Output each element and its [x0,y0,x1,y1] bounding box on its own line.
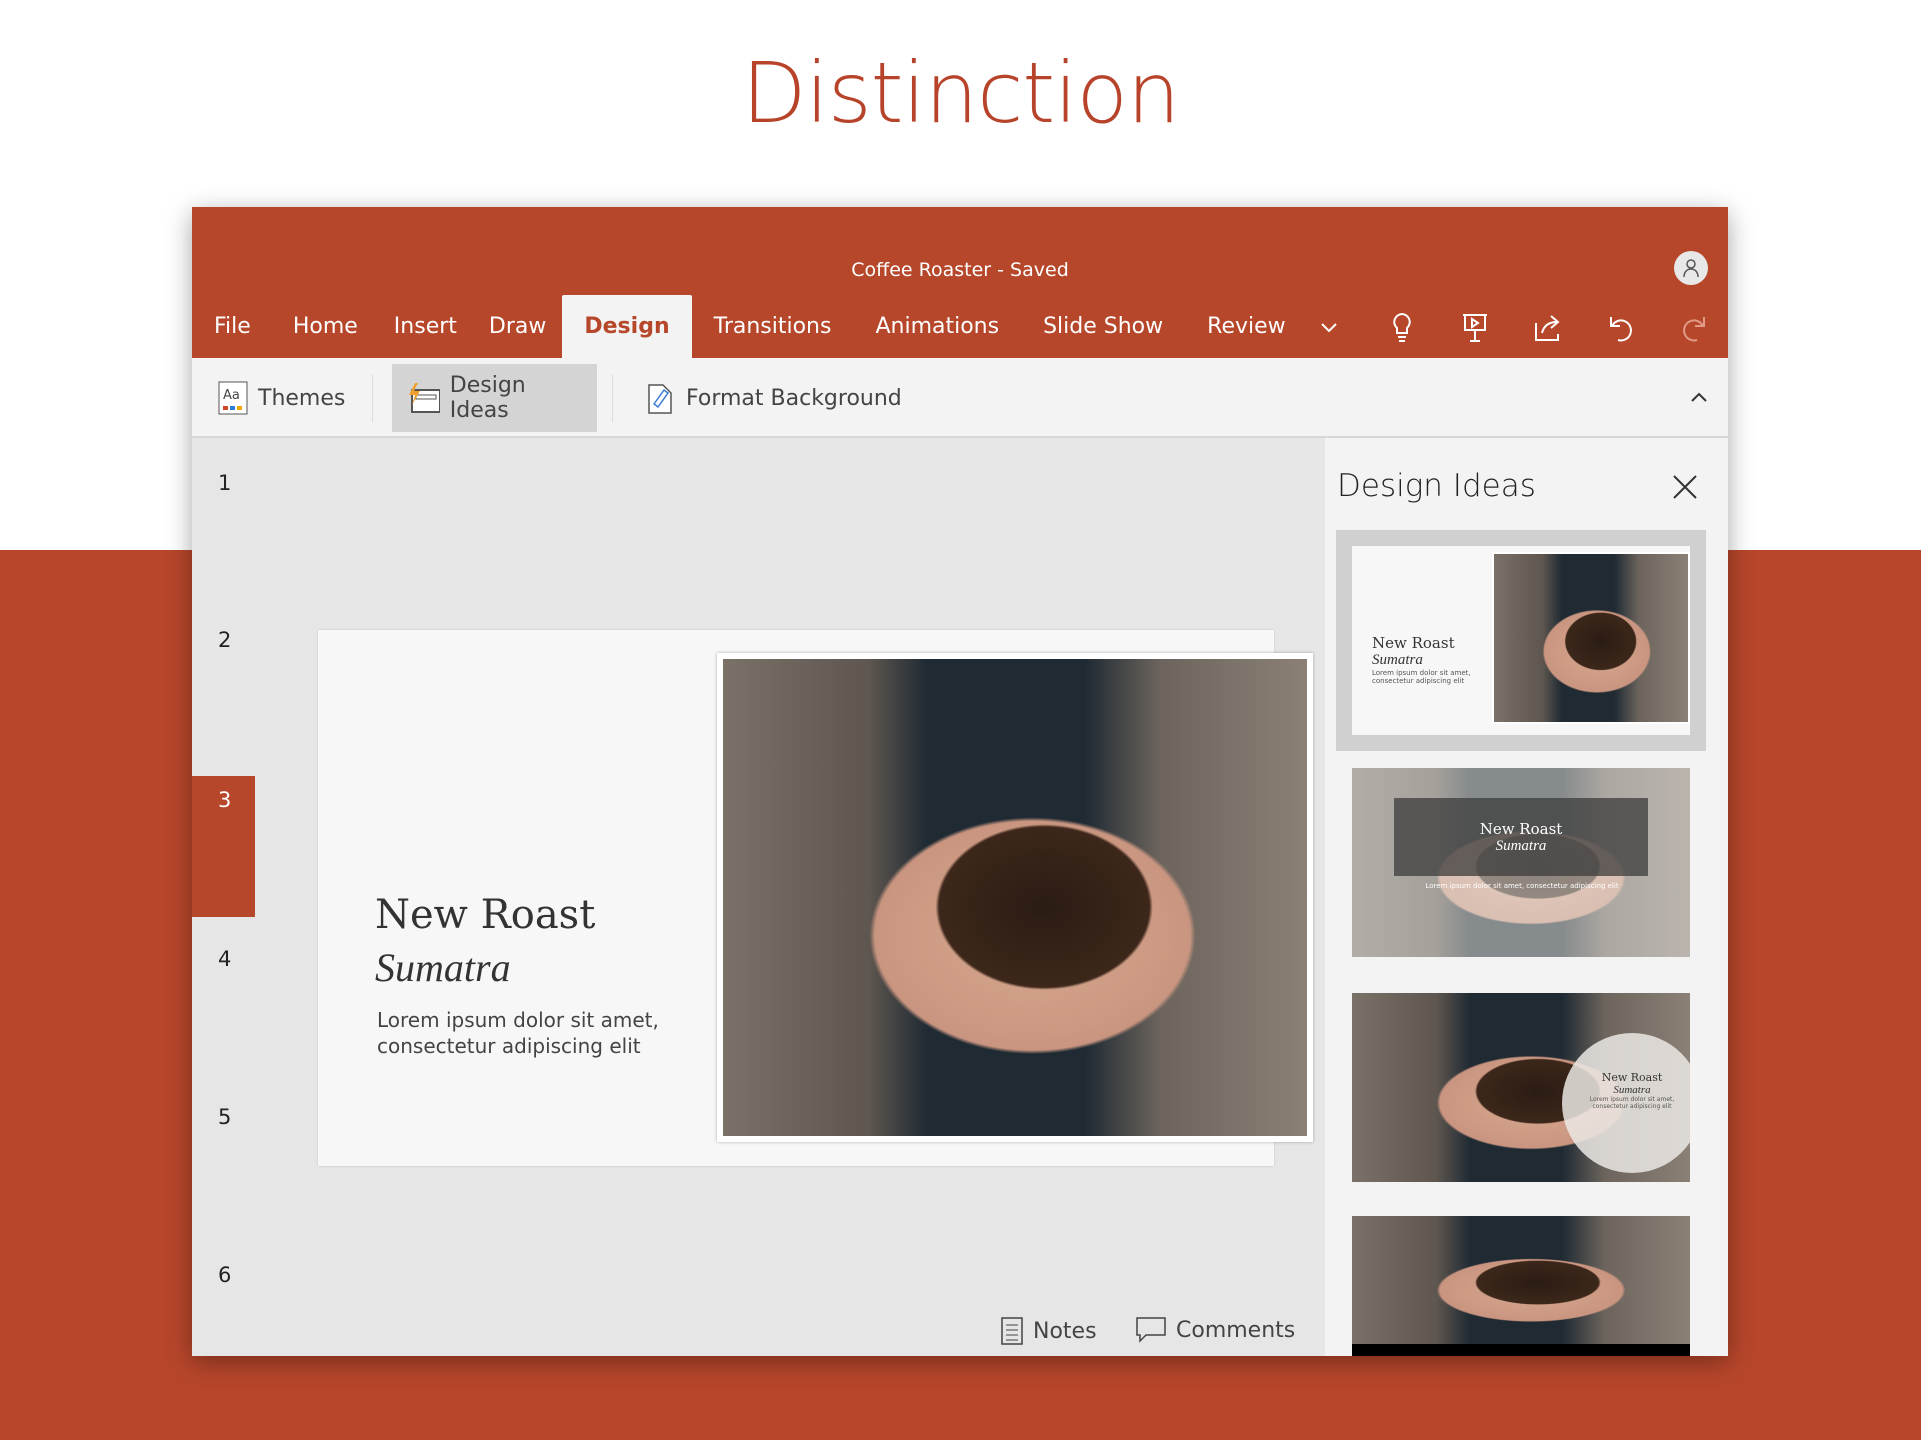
idea-subtitle: Sumatra [1495,838,1547,854]
tab-insert[interactable]: Insert [378,295,473,358]
themes-label: Themes [258,385,346,411]
design-ideas-icon [409,383,440,413]
tab-draw[interactable]: Draw [473,295,562,358]
format-background-icon [648,384,672,414]
slide-number-2[interactable]: 2 [218,628,231,652]
idea-subtitle: Sumatra [1613,1084,1651,1096]
notes-button[interactable]: Notes [1001,1317,1097,1345]
lightbulb-icon[interactable] [1365,312,1438,344]
person-icon [1683,259,1699,278]
design-ideas-pane: Design Ideas New Roast Sumatra Lorem ips… [1325,438,1728,1356]
more-tabs-chevron-icon[interactable] [1292,322,1365,334]
tab-home[interactable]: Home [273,295,378,358]
slide-number-3-selected[interactable]: 3 [192,776,255,917]
design-idea-3[interactable]: New Roast Sumatra Lorem ipsum dolor sit … [1352,993,1690,1182]
divider [372,374,373,422]
coffee-beans-photo[interactable] [717,653,1313,1142]
design-ideas-label: Design Ideas [449,373,526,423]
format-background-label: Format Background [686,385,902,411]
present-icon[interactable] [1438,312,1511,344]
slide-number-6[interactable]: 6 [218,1263,231,1287]
tab-design[interactable]: Design [562,295,692,358]
idea-body: Lorem ipsum dolor sit amet, consectetur … [1589,1096,1675,1110]
format-background-button[interactable]: Format Background [632,364,916,432]
tab-transitions[interactable]: Transitions [692,295,854,358]
idea-body: Lorem ipsum dolor sit amet, consectetur … [1372,669,1471,685]
quick-actions [1292,305,1728,351]
idea-title: New Roast [1372,634,1455,652]
slide-number-5[interactable]: 5 [218,1105,231,1129]
share-icon[interactable] [1511,313,1584,343]
undo-icon[interactable] [1584,313,1657,343]
design-ideas-button[interactable]: Design Ideas [392,364,597,432]
slide-title[interactable]: New Roast [375,892,595,938]
tab-animations[interactable]: Animations [853,295,1021,358]
pane-title: Design Ideas [1337,468,1536,504]
slide-number-1[interactable]: 1 [218,471,231,495]
notes-label: Notes [1033,1318,1097,1344]
close-icon[interactable] [1672,474,1698,504]
headline: Distinction [741,44,1180,142]
slide-body[interactable]: Lorem ipsum dolor sit amet, consectetur … [377,1007,677,1059]
slide-subtitle[interactable]: Sumatra [375,944,511,991]
idea-subtitle: Sumatra [1372,652,1423,668]
tab-review[interactable]: Review [1185,295,1308,358]
themes-icon: Aa [218,381,248,415]
idea-body: Lorem ipsum dolor sit amet, consectetur … [1425,882,1619,890]
design-idea-2[interactable]: New Roast Sumatra Lorem ipsum dolor sit … [1352,768,1690,957]
design-idea-4[interactable] [1352,1216,1690,1356]
themes-button[interactable]: Aa Themes [204,364,359,432]
title-bar: Coffee Roaster - Saved File Home Insert … [192,207,1728,358]
divider [612,374,613,422]
notes-icon [1001,1317,1023,1345]
design-ribbon: Aa Themes Design Ideas Format Background [192,358,1728,438]
redo-icon[interactable] [1657,313,1728,343]
app-window: Coffee Roaster - Saved File Home Insert … [192,207,1728,1356]
tab-file[interactable]: File [192,295,273,358]
document-title: Coffee Roaster - Saved [851,259,1069,281]
slide-canvas[interactable]: New Roast Sumatra Lorem ipsum dolor sit … [318,630,1313,1166]
collapse-ribbon-chevron-icon[interactable] [1690,388,1708,407]
slide-number-4[interactable]: 4 [218,947,231,971]
idea-title: New Roast [1601,1071,1663,1084]
design-idea-1[interactable]: New Roast Sumatra Lorem ipsum dolor sit … [1352,546,1690,735]
comment-icon [1136,1317,1166,1343]
slide-thumbnails: 1 2 3 4 5 6 [192,438,255,1356]
idea-title: New Roast [1479,820,1563,838]
account-avatar[interactable] [1674,251,1708,285]
svg-text:Aa: Aa [223,388,240,403]
comments-button[interactable]: Comments [1136,1317,1295,1343]
ribbon-tabs: File Home Insert Draw Design Transitions… [192,295,1308,358]
comments-label: Comments [1176,1317,1296,1343]
tab-slide-show[interactable]: Slide Show [1021,295,1185,358]
